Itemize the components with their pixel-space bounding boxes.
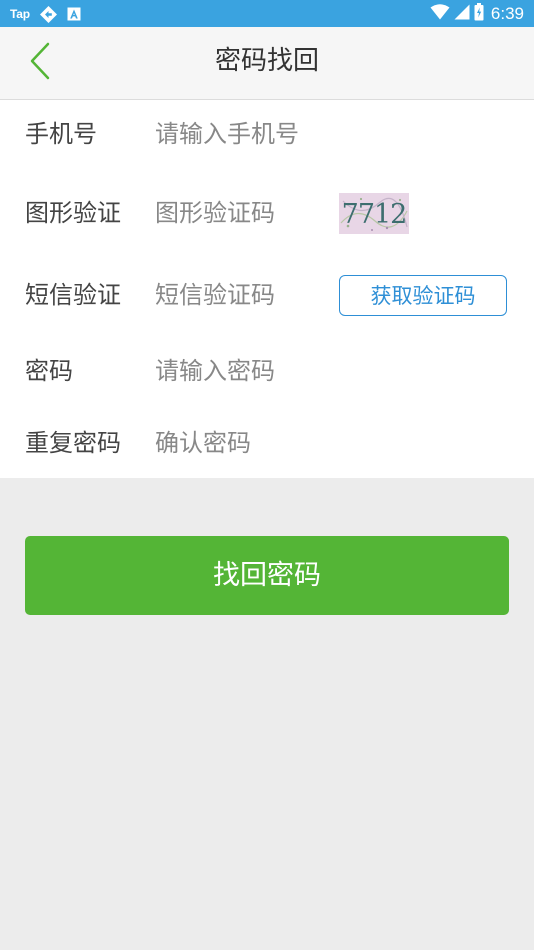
confirm-password-label: 重复密码: [25, 429, 121, 457]
a-icon: [67, 7, 81, 21]
recover-password-button[interactable]: 找回密码: [25, 536, 509, 615]
status-bar: Tap 6:39: [0, 0, 534, 27]
status-bar-left: Tap: [10, 4, 90, 24]
status-app-label: Tap: [10, 7, 30, 21]
recovery-form: 手机号 图形验证 7712 短信验证: [0, 100, 534, 478]
phone-row: 手机号: [0, 104, 534, 164]
password-row: 密码: [0, 341, 534, 401]
signal-icon: [450, 4, 470, 24]
get-sms-code-button[interactable]: 获取验证码: [339, 275, 507, 316]
wifi-icon: [426, 3, 450, 24]
battery-icon: [470, 2, 484, 25]
password-recovery-page: Tap 6:39 密码找回 手机号 请输入手机号 图形验证 图形验证码 7712…: [0, 0, 534, 950]
sms-code-input[interactable]: [155, 273, 325, 317]
app-sync-icon: [39, 5, 58, 24]
confirm-password-row: 重复密码: [0, 413, 534, 473]
confirm-password-input[interactable]: [155, 421, 495, 465]
sms-label: 短信验证: [25, 281, 121, 309]
header-bar: 密码找回: [0, 27, 534, 100]
phone-label: 手机号: [25, 120, 97, 148]
page-title: 密码找回: [214, 46, 319, 76]
status-bar-right: 6:39: [426, 2, 524, 25]
captcha-row: 图形验证 7712: [0, 183, 534, 243]
phone-input[interactable]: [155, 112, 495, 156]
password-input[interactable]: [155, 349, 495, 393]
status-time: 6:39: [490, 3, 524, 23]
captcha-image[interactable]: 7712: [339, 193, 409, 234]
captcha-label: 图形验证: [25, 199, 121, 227]
password-label: 密码: [25, 357, 73, 385]
captcha-text: 7712: [341, 199, 408, 230]
captcha-input[interactable]: [155, 191, 325, 235]
